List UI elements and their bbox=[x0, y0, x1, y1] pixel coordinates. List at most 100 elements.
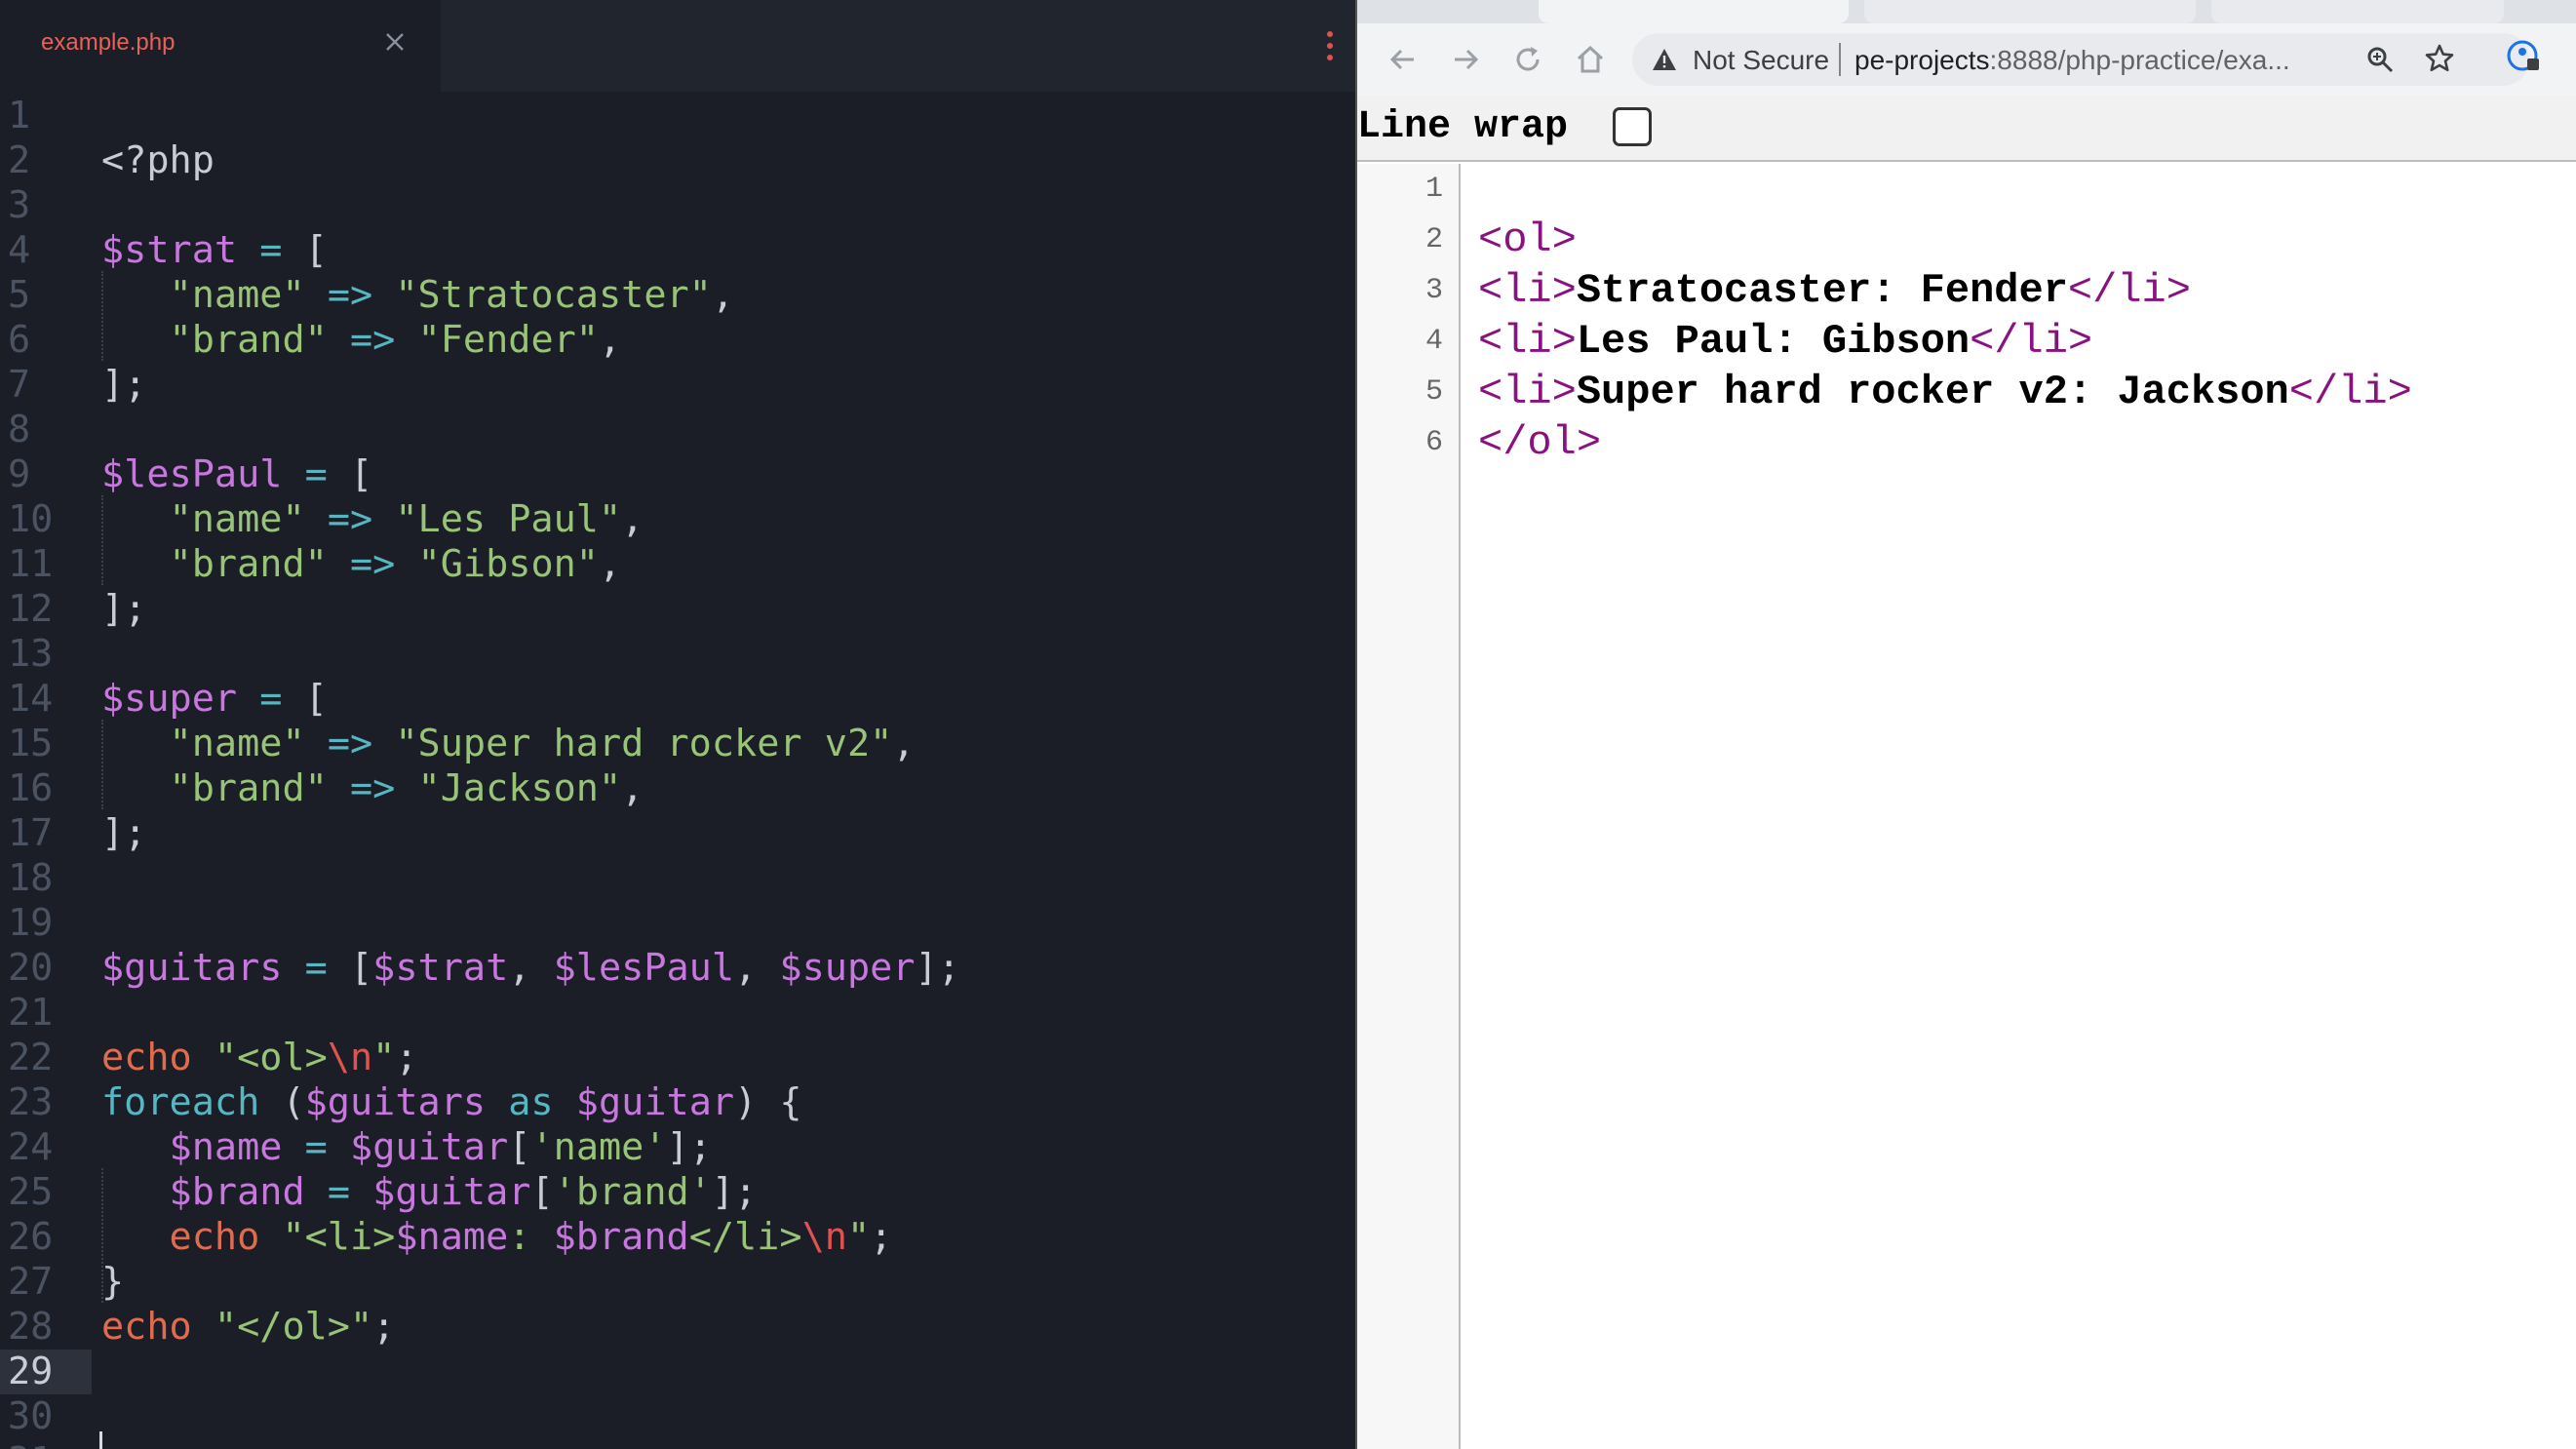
omnibox-divider bbox=[1839, 43, 1841, 76]
code-text: "name" => "Les Paul", bbox=[169, 497, 644, 541]
browser-toolbar: Not Secure pe-projects:8888/php-practice… bbox=[1357, 23, 2576, 96]
code-line[interactable]: 31 bbox=[0, 1439, 1355, 1449]
line-number: 8 bbox=[8, 408, 31, 451]
code-line[interactable]: 8 bbox=[0, 408, 1355, 452]
html-text: Stratocaster: Fender bbox=[1576, 267, 2068, 314]
code-line[interactable]: 3 bbox=[0, 183, 1355, 228]
line-number: 29 bbox=[0, 1350, 92, 1394]
code-text: ]; bbox=[101, 587, 147, 631]
code-line[interactable]: 30 bbox=[0, 1394, 1355, 1439]
more-vertical-icon[interactable] bbox=[1324, 29, 1336, 62]
source-line: 4 <li>Les Paul: Gibson</li> bbox=[1357, 316, 2576, 367]
code-line[interactable]: 22 echo "<ol>\n"; bbox=[0, 1036, 1355, 1080]
line-number: 14 bbox=[8, 677, 54, 721]
browser-tab[interactable] bbox=[1864, 0, 2196, 23]
reload-icon[interactable] bbox=[1511, 43, 1544, 76]
close-icon[interactable] bbox=[380, 27, 410, 57]
line-wrap-bar: Line wrap bbox=[1357, 96, 2576, 162]
forward-arrow-icon[interactable] bbox=[1449, 43, 1482, 76]
html-tag: </li> bbox=[2067, 267, 2191, 314]
code-line[interactable]: 29 bbox=[0, 1350, 1355, 1394]
line-number: 20 bbox=[8, 946, 54, 990]
code-text: $guitars = [$strat, $lesPaul, $super]; bbox=[101, 946, 960, 990]
bookmark-star-icon[interactable] bbox=[2424, 43, 2455, 74]
code-line[interactable]: 21 bbox=[0, 991, 1355, 1036]
address-bar[interactable]: Not Secure pe-projects:8888/php-practice… bbox=[1632, 33, 2529, 86]
code-line[interactable]: 19 bbox=[0, 901, 1355, 946]
browser-tab[interactable] bbox=[1539, 0, 1849, 23]
code-text: echo "</ol>"; bbox=[101, 1305, 396, 1349]
source-line-text: <li>Stratocaster: Fender</li> bbox=[1478, 265, 2191, 316]
line-number: 27 bbox=[8, 1260, 54, 1304]
editor-tab-label: example.php bbox=[41, 29, 176, 56]
code-text: $super = [ bbox=[101, 677, 328, 721]
html-text: Les Paul: Gibson bbox=[1576, 318, 1971, 365]
code-line[interactable]: 27} bbox=[0, 1260, 1355, 1305]
editor-tab-bar: example.php bbox=[0, 0, 1355, 92]
code-text: ]; bbox=[101, 811, 147, 855]
source-line-text: </ol> bbox=[1478, 417, 1601, 468]
code-line[interactable]: 11 "brand" => "Gibson", bbox=[0, 542, 1355, 587]
home-icon[interactable] bbox=[1574, 43, 1607, 76]
code-text: echo "<li>$name: $brand</li>\n"; bbox=[169, 1215, 893, 1259]
code-line[interactable]: 12]; bbox=[0, 587, 1355, 632]
code-line[interactable]: 1 bbox=[0, 94, 1355, 138]
source-line: 3 <li>Stratocaster: Fender</li> bbox=[1357, 265, 2576, 316]
code-line[interactable]: 24 $name = $guitar['name']; bbox=[0, 1125, 1355, 1170]
code-line[interactable]: 13 bbox=[0, 632, 1355, 677]
source-line-number: 6 bbox=[1425, 426, 1443, 459]
code-line[interactable]: 25 $brand = $guitar['brand']; bbox=[0, 1170, 1355, 1215]
line-number: 30 bbox=[8, 1394, 54, 1438]
code-line[interactable]: 10 "name" => "Les Paul", bbox=[0, 497, 1355, 542]
url-path: :8888/php-practice/exa... bbox=[1989, 45, 2290, 75]
source-line-text: <ol> bbox=[1478, 215, 1577, 265]
code-line[interactable]: 18 bbox=[0, 856, 1355, 901]
code-text: $strat = [ bbox=[101, 228, 328, 272]
extension-icon[interactable] bbox=[2506, 39, 2541, 74]
code-line[interactable]: 4 $strat = [ bbox=[0, 228, 1355, 273]
code-text: } bbox=[101, 1260, 125, 1304]
code-text: $name = $guitar['name']; bbox=[169, 1125, 712, 1169]
editor-tab-example-php[interactable]: example.php bbox=[0, 0, 441, 92]
code-line[interactable]: 17]; bbox=[0, 811, 1355, 856]
browser-tab[interactable] bbox=[2211, 0, 2504, 23]
code-line[interactable]: 14 $super = [ bbox=[0, 677, 1355, 722]
line-number: 15 bbox=[8, 722, 54, 765]
line-number: 22 bbox=[8, 1036, 54, 1079]
back-arrow-icon[interactable] bbox=[1386, 43, 1420, 76]
source-line-number: 2 bbox=[1425, 223, 1443, 256]
source-line: 5 <li>Super hard rocker v2: Jackson</li> bbox=[1357, 367, 2576, 417]
code-line[interactable]: 23 foreach ($guitars as $guitar) { bbox=[0, 1080, 1355, 1125]
line-wrap-checkbox[interactable] bbox=[1613, 107, 1652, 146]
code-line[interactable]: 16 "brand" => "Jackson", bbox=[0, 766, 1355, 811]
code-line[interactable]: 6 "brand" => "Fender", bbox=[0, 318, 1355, 363]
line-number: 21 bbox=[8, 991, 54, 1035]
line-number: 24 bbox=[8, 1125, 54, 1169]
line-number: 10 bbox=[8, 497, 54, 541]
zoom-icon[interactable] bbox=[2365, 45, 2395, 74]
line-number: 18 bbox=[8, 856, 54, 900]
html-text: Super hard rocker v2: Jackson bbox=[1576, 369, 2289, 415]
code-editor[interactable]: example.php 1 2 <?php 3 4 $strat = [5 "name" … bbox=[0, 0, 1355, 1449]
code-line[interactable]: 2 <?php bbox=[0, 138, 1355, 183]
line-number: 16 bbox=[8, 766, 54, 810]
warning-icon[interactable] bbox=[1652, 47, 1677, 72]
line-number: 3 bbox=[8, 183, 31, 227]
code-line[interactable]: 7]; bbox=[0, 363, 1355, 408]
line-number: 23 bbox=[8, 1080, 54, 1124]
code-line[interactable]: 15 "name" => "Super hard rocker v2", bbox=[0, 722, 1355, 766]
code-line[interactable]: 28 echo "</ol>"; bbox=[0, 1305, 1355, 1350]
code-text: $lesPaul = [ bbox=[101, 452, 373, 496]
source-line-number: 3 bbox=[1425, 274, 1443, 307]
code-line[interactable]: 9 $lesPaul = [ bbox=[0, 452, 1355, 497]
code-area[interactable]: 1 2 <?php 3 4 $strat = [5 "name" => "Stratoca… bbox=[0, 92, 1355, 1449]
code-text: "name" => "Stratocaster", bbox=[169, 273, 735, 317]
code-line[interactable]: 26 echo "<li>$name: $brand</li>\n"; bbox=[0, 1215, 1355, 1260]
security-status[interactable]: Not Secure bbox=[1693, 45, 1829, 76]
html-tag: <ol> bbox=[1478, 216, 1577, 263]
code-line[interactable]: 20 $guitars = [$strat, $lesPaul, $super]; bbox=[0, 946, 1355, 991]
line-number: 9 bbox=[8, 452, 31, 496]
url-text[interactable]: pe-projects:8888/php-practice/exa... bbox=[1854, 45, 2361, 76]
code-line[interactable]: 5 "name" => "Stratocaster", bbox=[0, 273, 1355, 318]
line-number: 25 bbox=[8, 1170, 54, 1214]
